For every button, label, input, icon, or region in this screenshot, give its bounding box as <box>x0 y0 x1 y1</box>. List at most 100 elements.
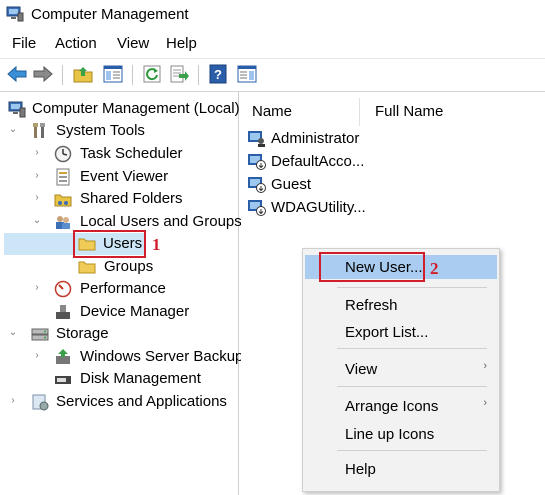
tree-item-label: Performance <box>80 280 166 297</box>
annotation-box-step-2 <box>319 252 425 282</box>
disabled-user-icon <box>248 200 266 216</box>
column-header-name[interactable]: Name <box>252 103 292 120</box>
tree-item-services-and-applications[interactable]: › Services and Applications <box>4 391 236 413</box>
toolbar-separator <box>198 65 199 85</box>
annotation-number-1: 1 <box>152 235 161 254</box>
disabled-user-icon <box>248 154 266 170</box>
menu-help[interactable]: Help <box>166 35 197 52</box>
column-separator[interactable] <box>359 98 360 126</box>
disk-management-icon <box>55 376 71 384</box>
user-name: Guest <box>271 176 312 193</box>
chevron-right-icon[interactable]: › <box>32 171 42 181</box>
tree-item-label: Computer Management (Local) <box>32 100 240 117</box>
user-name: DefaultAcco... <box>271 153 365 170</box>
tree-item-device-manager[interactable]: Device Manager <box>4 301 236 323</box>
menu-item-label: Arrange Icons <box>345 398 439 415</box>
tree-item-groups[interactable]: Groups <box>4 256 236 278</box>
tree-item-computer-management[interactable]: Computer Management (Local) <box>4 98 240 120</box>
tree-item-label: Local Users and Groups <box>80 213 242 230</box>
event-viewer-icon <box>56 168 70 186</box>
export-list-icon[interactable] <box>168 63 190 85</box>
chevron-down-icon[interactable]: ⌄ <box>32 216 42 226</box>
backup-icon <box>56 349 70 364</box>
show-action-pane-icon[interactable] <box>236 63 258 85</box>
menu-separator <box>337 386 487 387</box>
annotation-box-step-1 <box>73 230 146 258</box>
folder-icon <box>78 261 96 274</box>
chevron-right-icon[interactable]: › <box>8 396 18 406</box>
user-name: Administrator <box>271 130 360 147</box>
context-menu-arrange-icons[interactable]: Arrange Icons › <box>305 394 497 418</box>
tree-item-task-scheduler[interactable]: › Task Scheduler <box>4 143 236 165</box>
list-item-user[interactable]: DefaultAcco... <box>247 151 407 173</box>
chevron-right-icon[interactable]: › <box>32 148 42 158</box>
device-manager-icon <box>56 305 70 319</box>
list-item-user[interactable]: Administrator <box>247 128 407 150</box>
chevron-right-icon[interactable]: › <box>32 351 42 361</box>
tree-item-disk-management[interactable]: Disk Management <box>4 368 236 390</box>
tree-item-windows-server-backup[interactable]: › Windows Server Backup <box>4 346 243 368</box>
tree-item-storage[interactable]: ⌄ Storage <box>4 323 236 345</box>
tree-item-label: Disk Management <box>80 370 201 387</box>
computer-management-icon <box>8 101 26 118</box>
clock-icon <box>54 145 72 163</box>
console-tree: Computer Management (Local) ⌄ System Too… <box>0 92 243 495</box>
menu-item-label: Help <box>345 461 376 478</box>
tree-item-shared-folders[interactable]: › Shared Folders <box>4 188 236 210</box>
submenu-arrow-icon: › <box>483 360 487 372</box>
chevron-down-icon[interactable]: ⌄ <box>8 328 18 338</box>
toolbar: ? <box>0 58 545 92</box>
performance-icon <box>54 280 72 298</box>
window-title: Computer Management <box>31 6 189 23</box>
forward-arrow-icon[interactable] <box>32 63 54 85</box>
menu-file[interactable]: File <box>12 35 36 52</box>
tree-item-label: Storage <box>56 325 109 342</box>
services-icon <box>32 394 49 411</box>
context-menu: New User... Refresh Export List... View … <box>302 248 500 492</box>
back-arrow-icon[interactable] <box>6 63 28 85</box>
shared-folder-icon <box>54 194 72 207</box>
show-hide-tree-icon[interactable] <box>102 63 124 85</box>
menu-view[interactable]: View <box>117 35 149 52</box>
context-menu-help[interactable]: Help <box>305 457 497 481</box>
refresh-icon[interactable] <box>141 63 163 85</box>
svg-text:?: ? <box>214 67 222 82</box>
tree-item-label: Event Viewer <box>80 168 169 185</box>
tree-item-label: Services and Applications <box>56 393 227 410</box>
tools-icon <box>33 123 45 138</box>
menu-separator <box>337 450 487 451</box>
chevron-right-icon[interactable]: › <box>32 193 42 203</box>
tree-item-label: Windows Server Backup <box>80 348 244 365</box>
tree-item-label: Task Scheduler <box>80 145 183 162</box>
annotation-number-2: 2 <box>430 259 439 278</box>
users-group-icon <box>56 216 70 229</box>
menu-item-label: Line up Icons <box>345 426 435 443</box>
tree-item-performance[interactable]: › Performance <box>4 278 236 300</box>
context-menu-refresh[interactable]: Refresh <box>305 293 497 317</box>
help-icon[interactable]: ? <box>207 63 229 85</box>
chevron-down-icon[interactable]: ⌄ <box>8 125 18 135</box>
context-menu-line-up-icons[interactable]: Line up Icons <box>305 422 497 446</box>
context-menu-view[interactable]: View › <box>305 357 497 381</box>
chevron-right-icon[interactable]: › <box>32 283 42 293</box>
toolbar-separator <box>132 65 133 85</box>
storage-icon <box>31 328 49 341</box>
tree-item-label: System Tools <box>56 122 145 139</box>
list-item-user[interactable]: Guest <box>247 174 407 196</box>
tree-item-system-tools[interactable]: ⌄ System Tools <box>4 120 236 142</box>
disabled-user-icon <box>248 177 266 193</box>
tree-item-event-viewer[interactable]: › Event Viewer <box>4 166 236 188</box>
computer-management-icon <box>6 6 24 22</box>
column-header-full-name[interactable]: Full Name <box>375 103 443 120</box>
menu-bar: File Action View Help <box>0 32 545 56</box>
menu-separator <box>337 348 487 349</box>
menu-item-label: View <box>345 361 378 378</box>
title-bar: Computer Management <box>0 0 545 30</box>
context-menu-export-list[interactable]: Export List... <box>305 320 497 344</box>
up-folder-icon[interactable] <box>72 63 94 85</box>
menu-action[interactable]: Action <box>55 35 97 52</box>
list-item-user[interactable]: WDAGUtility... <box>247 197 407 219</box>
user-name: WDAGUtility... <box>271 199 366 216</box>
menu-separator <box>337 287 487 288</box>
toolbar-separator <box>62 65 63 85</box>
